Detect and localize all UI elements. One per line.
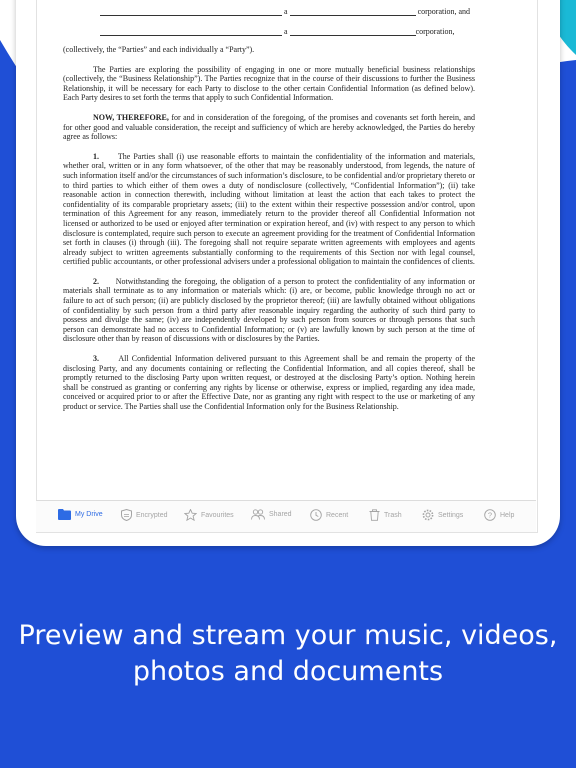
help-icon: ? — [484, 509, 496, 521]
collective-paragraph: (collectively, the “Parties” and each in… — [63, 45, 255, 54]
clock-icon — [310, 509, 322, 521]
svg-text:?: ? — [488, 511, 492, 520]
tab-help[interactable]: ? Help — [484, 509, 514, 521]
shield-icon — [121, 509, 132, 521]
folder-icon — [58, 509, 71, 520]
headline-line-1: Preview and stream your music, videos, — [18, 620, 558, 651]
promo-headline: Preview and stream your music, videos, p… — [0, 618, 576, 690]
tab-shared[interactable]: Shared — [251, 509, 292, 520]
clause-2: 2. Notwithstanding the foregoing, the ob… — [63, 276, 475, 344]
trash-icon — [369, 509, 380, 521]
document-body: (collectively, the “Parties” and each in… — [63, 45, 475, 412]
tab-settings[interactable]: Settings — [422, 509, 463, 521]
headline-line-2: photos and documents — [132, 656, 444, 687]
tab-recent[interactable]: Recent — [310, 509, 348, 521]
gear-icon — [422, 509, 434, 521]
party-line-1: a corporation, and — [100, 7, 470, 16]
tab-trash[interactable]: Trash — [369, 509, 402, 521]
clause-1: 1. The Parties shall (i) use reasonable … — [63, 151, 476, 267]
star-icon — [184, 509, 197, 521]
bottom-tab-bar: My Drive Encrypted Favourites Shared Rec… — [36, 500, 536, 532]
tab-my-drive[interactable]: My Drive — [58, 509, 103, 520]
tab-favourites[interactable]: Favourites — [184, 509, 234, 521]
clause-3: 3. All Confidential Information delivere… — [63, 354, 475, 411]
recital-paragraph: The Parties are exploring the possibilit… — [63, 64, 475, 103]
party-line-2: a corporation, — [100, 27, 454, 36]
people-icon — [251, 509, 265, 520]
now-therefore-paragraph: NOW, THEREFORE, for and in consideration… — [63, 112, 476, 142]
tab-encrypted[interactable]: Encrypted — [121, 509, 168, 521]
